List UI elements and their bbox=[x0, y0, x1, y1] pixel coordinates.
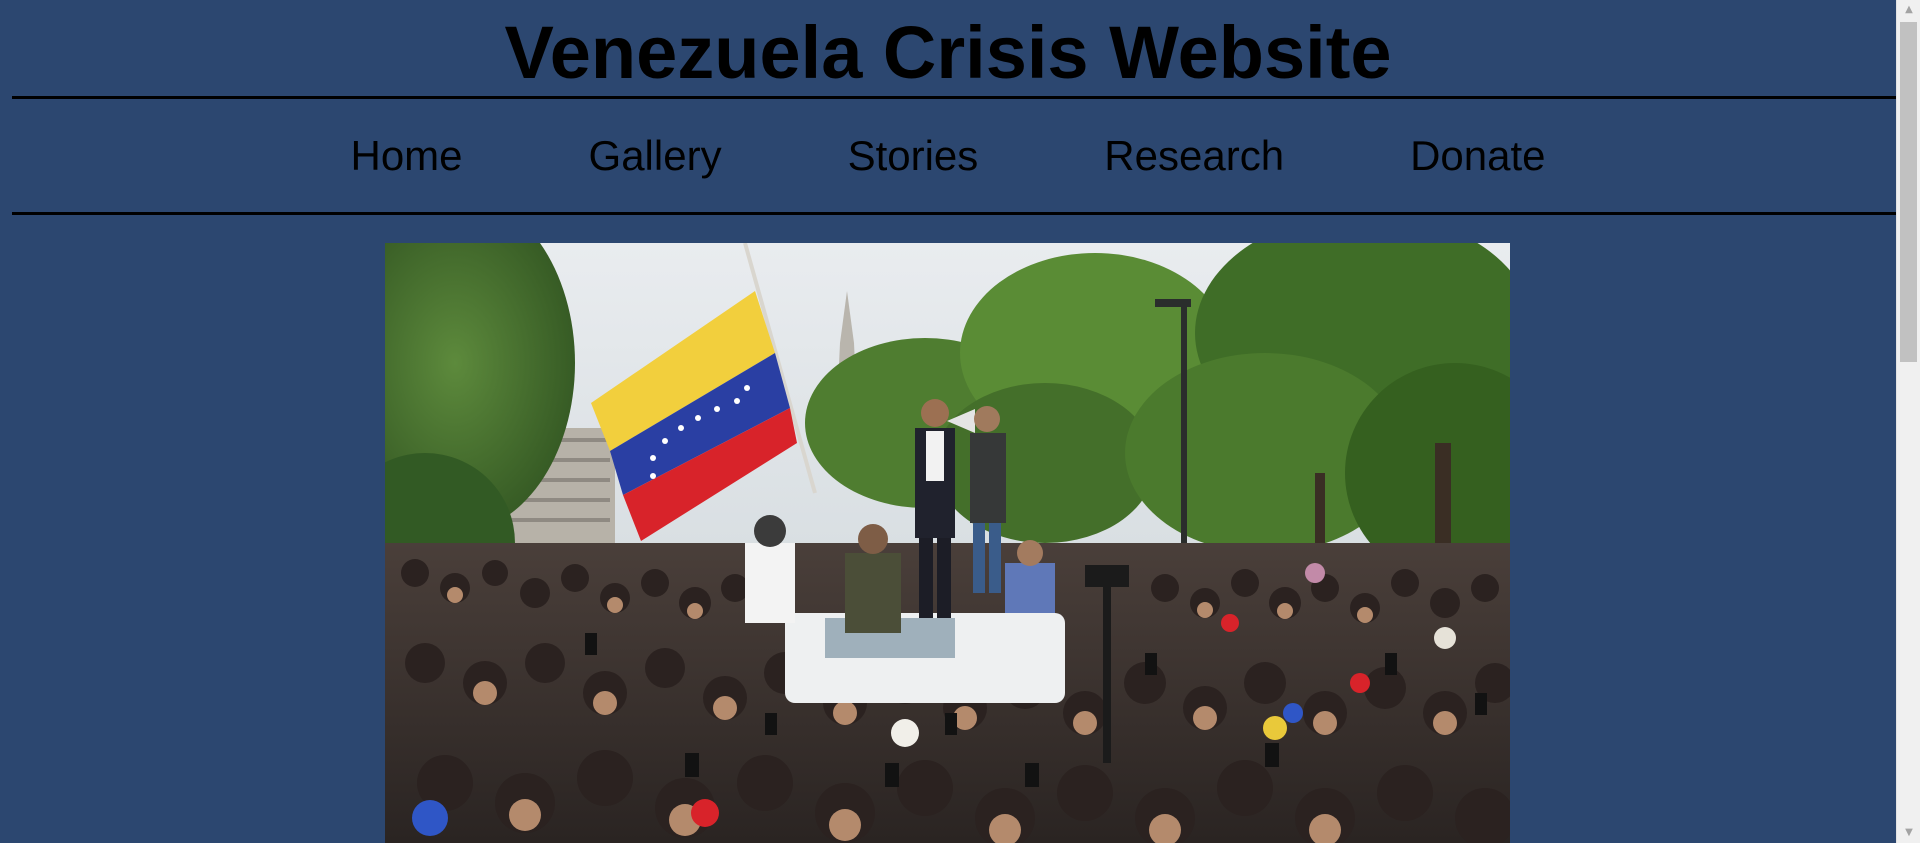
hero-image bbox=[385, 243, 1510, 843]
scrollbar-thumb[interactable] bbox=[1900, 22, 1917, 362]
site-title: Venezuela Crisis Website bbox=[504, 11, 1392, 94]
nav-divider bbox=[12, 212, 1896, 215]
header-divider bbox=[12, 96, 1896, 99]
nav-link-donate[interactable]: Donate bbox=[1410, 126, 1545, 186]
scroll-down-arrow-icon[interactable]: ▼ bbox=[1897, 823, 1920, 843]
page: Venezuela Crisis Website Home Gallery St… bbox=[0, 0, 1896, 843]
vertical-scrollbar[interactable]: ▲ ▼ bbox=[1896, 0, 1920, 843]
hero-photo-illustration bbox=[385, 243, 1510, 843]
nav-link-gallery[interactable]: Gallery bbox=[589, 126, 722, 186]
main-nav: Home Gallery Stories Research Donate bbox=[0, 126, 1896, 186]
nav-link-home[interactable]: Home bbox=[350, 126, 462, 186]
scroll-up-arrow-icon[interactable]: ▲ bbox=[1897, 0, 1920, 20]
nav-link-research[interactable]: Research bbox=[1104, 126, 1284, 186]
nav-link-stories[interactable]: Stories bbox=[848, 126, 979, 186]
